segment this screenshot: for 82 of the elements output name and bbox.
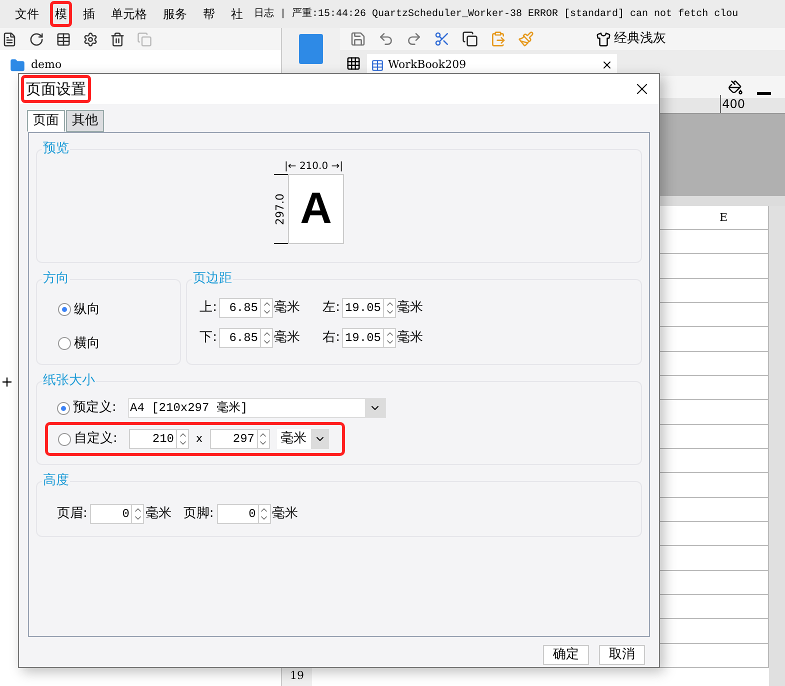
group-title: 纸张大小 xyxy=(42,373,96,389)
tree-item[interactable]: demo xyxy=(10,55,281,75)
settings-icon[interactable] xyxy=(83,32,98,46)
number-input[interactable]: 6.85 xyxy=(219,328,261,348)
folder-icon xyxy=(10,58,25,72)
menu-item[interactable]: 文件 xyxy=(10,1,44,27)
menu-item[interactable]: 社 xyxy=(226,1,248,27)
field-label: 右: xyxy=(322,329,341,348)
field-label: 页眉: xyxy=(57,505,88,524)
shirt-icon xyxy=(596,32,611,46)
radio-label: 横向 xyxy=(74,334,100,352)
height-dimension: 297.0 xyxy=(272,193,288,225)
tab[interactable]: 页面 xyxy=(27,110,65,132)
radio-label: 自定义: xyxy=(74,430,118,448)
radio-button[interactable] xyxy=(58,303,71,316)
paper-size-select[interactable]: A4 [210x297 毫米] xyxy=(128,398,386,418)
field-label: 下: xyxy=(198,329,218,348)
field-label: 页脚: xyxy=(183,505,215,524)
spin-arrows-icon[interactable] xyxy=(261,328,273,348)
unit-label: 毫米 xyxy=(145,505,172,524)
group-title: 高度 xyxy=(42,473,70,489)
group-title: 页边距 xyxy=(192,271,233,287)
number-input[interactable]: 6.85 xyxy=(219,298,261,318)
row-number: 19 xyxy=(282,668,312,686)
menu-item[interactable]: 插 xyxy=(78,1,100,27)
spin-arrows-icon[interactable] xyxy=(384,328,396,348)
theme-button[interactable]: 经典浅灰 xyxy=(596,29,666,49)
times-sign: x xyxy=(195,430,204,447)
dropdown-icon[interactable] xyxy=(310,429,329,449)
width-dimension: |← 210.0 →| xyxy=(284,160,344,174)
spreadsheet-icon xyxy=(371,58,384,72)
menu-item[interactable]: 服务 xyxy=(158,1,192,27)
radio-button[interactable] xyxy=(58,432,71,446)
grid-icon[interactable] xyxy=(346,56,361,71)
dropdown-icon[interactable] xyxy=(365,399,385,417)
tab[interactable]: 其他 xyxy=(66,110,104,132)
number-input[interactable]: 19.05 xyxy=(342,298,384,318)
menu-item[interactable]: 帮 xyxy=(198,1,220,27)
trash-icon[interactable] xyxy=(110,32,125,46)
radio-label: 纵向 xyxy=(74,301,100,319)
spin-arrows-icon[interactable] xyxy=(132,504,144,524)
refresh-icon[interactable] xyxy=(29,32,44,46)
unit-label: 毫米 xyxy=(272,505,298,524)
field-label: 上: xyxy=(198,299,218,318)
number-input[interactable]: 210 xyxy=(129,429,177,449)
dialog-button[interactable]: 确定 xyxy=(543,645,589,665)
unit-label: 毫米 xyxy=(397,299,423,318)
dialog-button[interactable]: 取消 xyxy=(599,645,645,665)
field-label: 左: xyxy=(322,299,341,318)
number-input[interactable]: 297 xyxy=(210,429,258,449)
undo-icon[interactable] xyxy=(378,31,394,47)
number-input[interactable]: 0 xyxy=(90,504,132,524)
radio-label: 预定义: xyxy=(73,399,118,418)
ruler-label: 400 xyxy=(720,95,745,113)
number-input[interactable]: 0 xyxy=(216,504,259,524)
close-icon[interactable] xyxy=(601,59,613,71)
radio-button[interactable] xyxy=(58,336,71,350)
unit-label: 毫米 xyxy=(274,329,300,348)
add-icon[interactable] xyxy=(0,375,14,389)
spin-arrows-icon[interactable] xyxy=(258,504,271,524)
save-icon[interactable] xyxy=(350,31,366,47)
group-title: 方向 xyxy=(42,271,70,287)
unit-label: 毫米 xyxy=(274,299,300,318)
unit-label: 毫米 xyxy=(397,329,423,348)
radio-button[interactable] xyxy=(57,402,70,414)
redo-icon[interactable] xyxy=(406,31,422,47)
spin-arrows-icon[interactable] xyxy=(177,429,189,449)
spin-arrows-icon[interactable] xyxy=(258,429,270,449)
copy-icon[interactable] xyxy=(462,31,478,47)
log-message: 日志 | 严重:15:44:26 QuartzScheduler_Worker-38 ERROR [standard] can not fetch clou xyxy=(254,6,738,22)
dialog-title: 页面设置 xyxy=(21,74,91,104)
group-title: 预览 xyxy=(42,141,70,157)
new-file-icon[interactable] xyxy=(2,32,17,46)
unit-select[interactable]: 毫米 xyxy=(276,429,329,449)
preview-letter: A xyxy=(300,183,332,235)
scissors-icon[interactable] xyxy=(434,31,450,47)
fill-icon[interactable] xyxy=(728,80,743,94)
spin-arrows-icon[interactable] xyxy=(384,298,396,318)
menu-item[interactable]: 单元格 xyxy=(106,1,152,27)
number-input[interactable]: 19.05 xyxy=(342,328,384,348)
spin-arrows-icon[interactable] xyxy=(261,298,273,318)
table-icon[interactable] xyxy=(56,32,71,46)
